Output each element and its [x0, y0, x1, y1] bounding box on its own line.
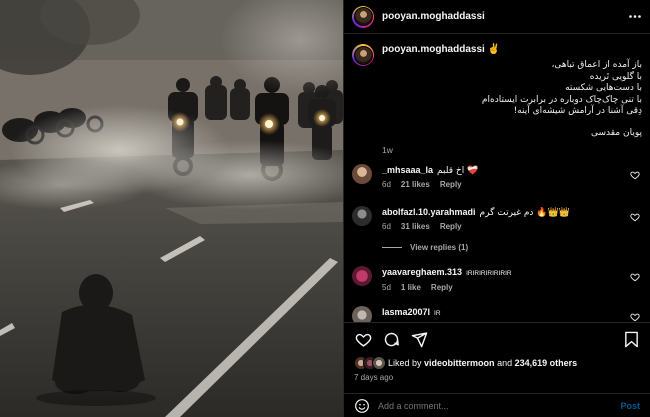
reply-button[interactable]: Reply	[440, 222, 462, 231]
comment-heart-icon[interactable]	[630, 170, 640, 180]
caption-username[interactable]: pooyan.moghaddassi	[382, 44, 485, 55]
comment-likes[interactable]: 1 like	[401, 283, 421, 292]
add-comment-bar: Post	[344, 393, 650, 417]
caption-line: با تنی چاک‌چاک دوباره در برابرت ایستاده‌…	[481, 94, 642, 105]
avatar[interactable]	[352, 5, 374, 28]
likes-prefix: Liked by	[388, 358, 422, 368]
commenter-avatar[interactable]	[352, 266, 372, 286]
comment-likes[interactable]: 31 likes	[401, 222, 430, 231]
heart-icon[interactable]	[354, 331, 372, 349]
comment-likes[interactable]: 21 likes	[401, 180, 430, 189]
more-icon[interactable]	[628, 10, 642, 24]
comment-text: اخ قلبم ❤️‍🩹	[437, 166, 479, 176]
likes-count[interactable]: 234,619 others	[515, 358, 578, 368]
comment: _mhsaaa_la اخ قلبم ❤️‍🩹 6d 21 likes Reply	[352, 164, 644, 189]
post-photo[interactable]	[0, 0, 343, 417]
caption-badge: ✌️	[487, 44, 501, 55]
likes-user[interactable]: videobittermoon	[424, 358, 495, 368]
comment-time: 5d	[382, 283, 391, 292]
reply-button[interactable]: Reply	[440, 180, 462, 189]
commenter-avatar[interactable]	[352, 206, 372, 226]
share-icon[interactable]	[410, 331, 428, 349]
caption-line: دِقی آشنا در آرامش شیشه‌ای آینه!	[513, 106, 642, 116]
post-comment-button[interactable]: Post	[620, 401, 640, 411]
caption-text: باز آمده از اعماق تباهی، با گلویی تَریده…	[382, 60, 642, 118]
comment-username[interactable]: lasma2007l	[382, 307, 430, 317]
bookmark-icon[interactable]	[622, 331, 640, 349]
likes-summary[interactable]: Liked by videobittermoon and 234,619 oth…	[354, 356, 577, 370]
caption-line: باز آمده از اعماق تباهی،	[551, 60, 642, 70]
comment-heart-icon[interactable]	[630, 212, 640, 222]
caption-signature: پویان مقدسی	[590, 127, 642, 138]
reply-button[interactable]: Reply	[431, 283, 453, 292]
liker-avatars	[354, 356, 386, 370]
post-header: pooyan.moghaddassi	[344, 0, 650, 34]
post-side-panel: pooyan.moghaddassi pooyan.moghaddassi ✌️…	[343, 0, 650, 417]
comment-time: 6d	[382, 222, 391, 231]
caption-line: با دست‌هایی شکسته	[565, 83, 642, 93]
emoji-icon[interactable]	[354, 398, 370, 414]
view-replies-label: View replies (1)	[410, 243, 469, 252]
caption-line: با گلویی تَریده	[589, 71, 642, 82]
commenter-avatar[interactable]	[352, 306, 372, 322]
comment-text: IRIRIRIRIRIRIR	[466, 270, 512, 277]
comment-username[interactable]: _mhsaaa_la	[382, 165, 433, 175]
caption-timestamp[interactable]: 1w	[382, 145, 642, 155]
commenter-avatar[interactable]	[352, 164, 372, 184]
likes-joiner: and	[497, 358, 513, 368]
comment-username[interactable]: abolfazl.10.yarahmadi	[382, 207, 476, 217]
caption: pooyan.moghaddassi ✌️ باز آمده از اعماق …	[352, 44, 642, 155]
post-date[interactable]: 7 days ago	[354, 373, 393, 382]
comment-input[interactable]	[378, 400, 621, 411]
comment-username[interactable]: yaavareghaem.313	[382, 267, 462, 277]
action-bar	[344, 322, 650, 356]
header-username[interactable]: pooyan.moghaddassi	[382, 11, 485, 22]
comment: lasma2007l IR	[352, 306, 644, 322]
comment: yaavareghaem.313 IRIRIRIRIRIRIR 5d 1 like R…	[352, 266, 644, 292]
comment-time: 6d	[382, 180, 391, 189]
view-replies-button[interactable]: View replies (1)	[382, 243, 468, 252]
comment-heart-icon[interactable]	[630, 272, 640, 282]
comment: abolfazl.10.yarahmadi دم غیرتت گرم 🔥👑👑 6d…	[352, 206, 644, 231]
comment-text: دم غیرتت گرم 🔥👑👑	[479, 208, 570, 218]
comment-icon[interactable]	[382, 331, 400, 349]
comment-text: IR	[434, 310, 441, 317]
protest-street-photo	[0, 0, 343, 417]
comment-heart-icon[interactable]	[630, 312, 640, 322]
instagram-post: pooyan.moghaddassi pooyan.moghaddassi ✌️…	[0, 0, 650, 417]
caption-avatar[interactable]	[352, 44, 374, 66]
